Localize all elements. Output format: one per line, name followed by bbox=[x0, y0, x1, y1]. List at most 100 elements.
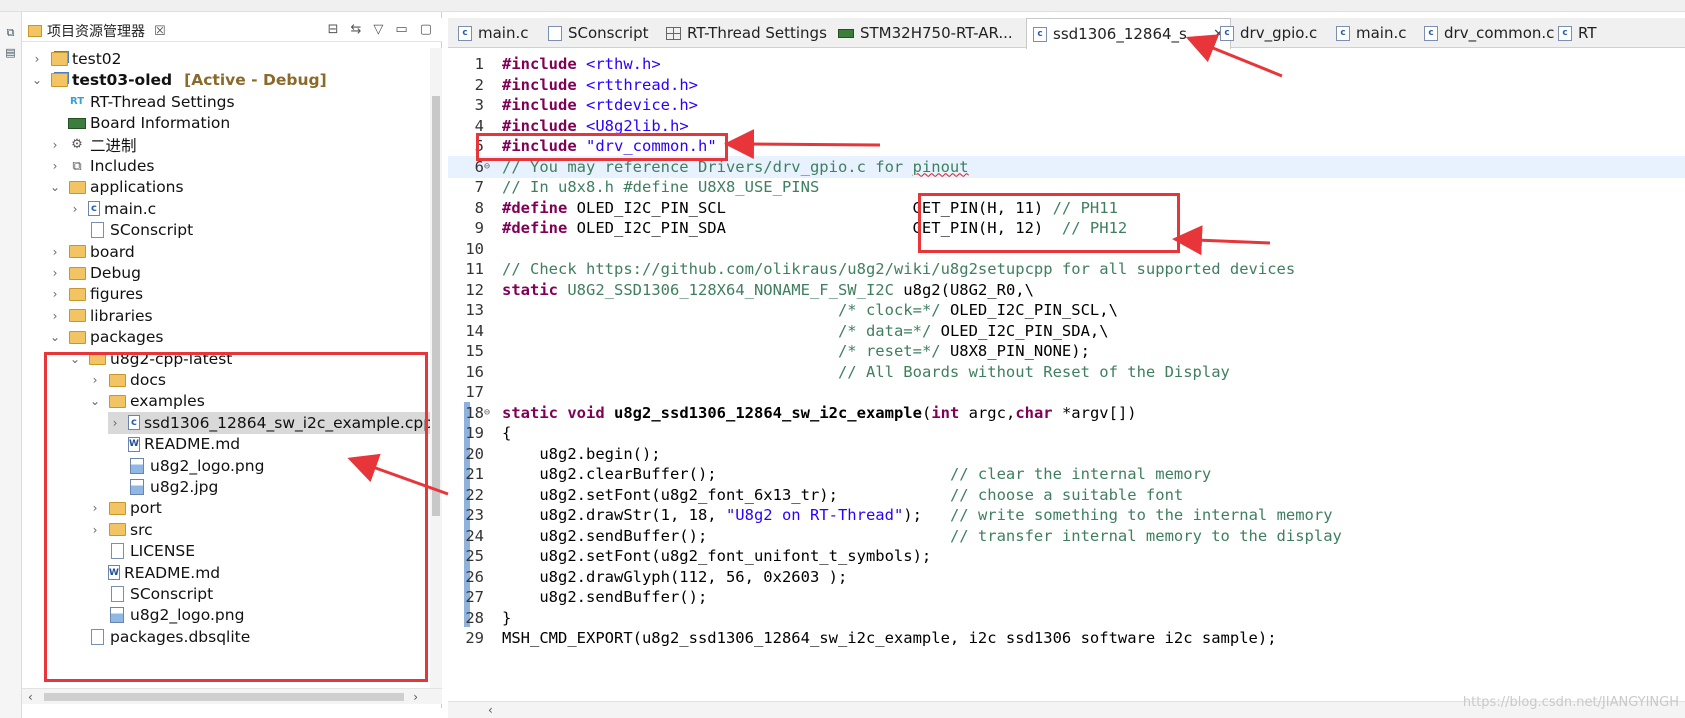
tree-item-label: test03-oled bbox=[72, 71, 173, 90]
code-line[interactable]: 12 static U8G2_SSD1306_128X64_NONAME_F_SW… bbox=[448, 279, 1685, 301]
view-menu-icon[interactable]: ▽ bbox=[373, 22, 383, 37]
tree-vertical-scrollbar[interactable] bbox=[430, 48, 442, 688]
scroll-right-icon[interactable]: › bbox=[413, 689, 418, 705]
project-icon bbox=[50, 51, 68, 67]
code-line[interactable]: 2 #include <rtthread.h> bbox=[448, 74, 1685, 96]
line-number: 17 bbox=[465, 383, 484, 401]
close-icon[interactable]: ☒ bbox=[154, 24, 166, 39]
code-line[interactable]: 25 u8g2.setFont(u8g2_font_unifont_t_symb… bbox=[448, 545, 1685, 567]
code-line[interactable]: 15 /* reset=*/ U8X8_PIN_NONE); bbox=[448, 340, 1685, 362]
tree-item[interactable]: › test02 bbox=[30, 48, 122, 70]
editor-tab-label: RT bbox=[1578, 24, 1597, 42]
code-line[interactable]: 17 bbox=[448, 381, 1685, 403]
tree-item[interactable]: › board bbox=[48, 241, 135, 263]
code-line[interactable]: 27 u8g2.sendBuffer(); bbox=[448, 586, 1685, 608]
editor-tab[interactable]: c main.c bbox=[1330, 18, 1413, 48]
fold-toggle-icon[interactable]: ⊖ bbox=[484, 161, 496, 172]
folder-icon bbox=[68, 286, 86, 302]
chevron-right-icon[interactable]: › bbox=[48, 309, 62, 323]
tree-item[interactable]: ⌄ packages bbox=[48, 326, 164, 348]
link-editor-icon[interactable]: ⇆ bbox=[351, 22, 362, 37]
chevron-right-icon[interactable]: › bbox=[48, 159, 62, 173]
chevron-right-icon[interactable]: › bbox=[48, 138, 62, 152]
code-line[interactable]: 20 u8g2.begin(); bbox=[448, 443, 1685, 465]
code-line[interactable]: 22 u8g2.setFont(u8g2_font_6x13_tr); // c… bbox=[448, 484, 1685, 506]
code-line[interactable]: 29 MSH_CMD_EXPORT(u8g2_ssd1306_12864_sw_i… bbox=[448, 627, 1685, 649]
chevron-right-icon[interactable]: › bbox=[30, 52, 44, 66]
editor-tab-label: drv_common.c bbox=[1444, 24, 1555, 42]
line-number: 14 bbox=[465, 321, 484, 340]
collapse-all-icon[interactable]: ⊟ bbox=[328, 22, 339, 37]
line-number: 16 bbox=[465, 362, 484, 381]
editor-tab[interactable]: STM32H750-RT-AR... bbox=[832, 18, 1019, 48]
code-line[interactable]: 13 /* clock=*/ OLED_I2C_PIN_SCL,\ bbox=[448, 299, 1685, 321]
settings-grid-icon bbox=[666, 26, 681, 40]
scroll-left-icon[interactable]: ‹ bbox=[488, 702, 493, 718]
chevron-down-icon[interactable]: ⌄ bbox=[48, 330, 62, 344]
code-line[interactable]: 1 #include <rthw.h> bbox=[448, 53, 1685, 75]
explorer-tab[interactable]: 项目资源管理器 ☒ bbox=[28, 20, 166, 42]
code-line[interactable]: 23 u8g2.drawStr(1, 18, "U8g2 on RT-Threa… bbox=[448, 504, 1685, 526]
tree-item[interactable]: › ⧉ Includes bbox=[48, 155, 155, 177]
chevron-right-icon[interactable]: › bbox=[48, 245, 62, 259]
code-line[interactable]: 11 // Check https://github.com/olikraus/u… bbox=[448, 258, 1685, 280]
code-text: u8g2.clearBuffer(); // clear the interna… bbox=[502, 465, 1212, 483]
tree-item[interactable]: SConscript bbox=[68, 219, 193, 241]
editor-tab[interactable]: c ssd1306_12864_s... ✕ bbox=[1026, 18, 1232, 49]
line-number: 15 bbox=[465, 342, 484, 360]
chevron-down-icon[interactable]: ⌄ bbox=[48, 180, 62, 194]
folder-icon bbox=[68, 179, 86, 195]
editor-tab[interactable]: c RT bbox=[1552, 18, 1603, 48]
code-text: /* clock=*/ OLED_I2C_PIN_SCL,\ bbox=[837, 301, 1118, 319]
tree-item[interactable]: › Debug bbox=[48, 262, 141, 284]
code-line[interactable]: 28} bbox=[448, 607, 1685, 629]
chevron-right-icon[interactable]: › bbox=[68, 202, 82, 216]
c-file-icon: c bbox=[458, 25, 472, 41]
tree-item-label: Includes bbox=[90, 157, 155, 175]
board-icon bbox=[68, 115, 86, 131]
tree-item-label: applications bbox=[90, 178, 184, 197]
tree-item-label: libraries bbox=[90, 306, 153, 325]
code-line[interactable]: 21 u8g2.clearBuffer(); // clear the inte… bbox=[448, 463, 1685, 485]
editor-tab-label: RT-Thread Settings bbox=[687, 24, 827, 42]
tree-item[interactable]: › libraries bbox=[48, 305, 153, 327]
code-line[interactable]: 16 // All Boards without Reset of the Di… bbox=[448, 361, 1685, 383]
tree-horizontal-scrollbar[interactable]: ‹ › bbox=[22, 688, 442, 704]
code-line[interactable]: 14 /* data=*/ OLED_I2C_PIN_SDA,\ bbox=[448, 320, 1685, 342]
tree-item[interactable]: › figures bbox=[48, 283, 143, 305]
code-text: // All Boards without Reset of the Displ… bbox=[837, 362, 1230, 381]
chevron-down-icon[interactable]: ⌄ bbox=[30, 73, 44, 87]
tree-item[interactable]: › ⚙ 二进制 bbox=[48, 134, 137, 156]
editor-tab[interactable]: c drv_common.c bbox=[1418, 18, 1560, 48]
code-line[interactable]: 24 u8g2.sendBuffer(); // transfer intern… bbox=[448, 525, 1685, 547]
tree-item[interactable]: › c main.c bbox=[68, 198, 157, 220]
code-line[interactable]: 3 #include <rtdevice.h> bbox=[448, 94, 1685, 116]
minimize-icon[interactable]: ▭ bbox=[395, 22, 407, 37]
top-toolbar-strip bbox=[0, 0, 1685, 12]
line-number: 22 bbox=[465, 485, 484, 504]
scroll-left-icon[interactable]: ‹ bbox=[28, 689, 33, 705]
restore-icon[interactable]: ⧉ bbox=[4, 26, 17, 39]
tree-item[interactable]: RT RT-Thread Settings bbox=[48, 91, 235, 113]
editor-tab[interactable]: c drv_gpio.c bbox=[1214, 18, 1323, 48]
maximize-icon[interactable]: ▢ bbox=[420, 22, 432, 37]
code-line[interactable]: 19 { bbox=[448, 422, 1685, 444]
line-number: 27 bbox=[465, 588, 484, 606]
editor-tab[interactable]: c main.c bbox=[452, 18, 535, 48]
tree-item-label: SConscript bbox=[110, 221, 194, 240]
code-line[interactable]: 18 ⊖ static void u8g2_ssd1306_12864_sw_i2c… bbox=[448, 402, 1685, 424]
editor-tab[interactable]: SConscript bbox=[542, 18, 654, 48]
code-text: #include <rthw.h> bbox=[502, 55, 661, 73]
tree-item[interactable]: ⌄ applications bbox=[48, 176, 184, 198]
line-number: 4 bbox=[474, 116, 484, 135]
tree-item[interactable]: Board Information bbox=[48, 112, 230, 134]
view-icon[interactable]: ▤ bbox=[4, 46, 17, 59]
fold-toggle-icon[interactable]: ⊖ bbox=[484, 407, 496, 418]
tree-item[interactable]: ⌄ test03-oled [Active - Debug] bbox=[30, 69, 327, 91]
tree-item-label: Debug bbox=[90, 264, 141, 282]
code-line[interactable]: 26 u8g2.drawGlyph(112, 56, 0x2603 ); bbox=[448, 566, 1685, 588]
chevron-right-icon[interactable]: › bbox=[48, 266, 62, 280]
chevron-right-icon[interactable]: › bbox=[48, 287, 62, 301]
watermark: https://blog.csdn.net/JIANGYINGH bbox=[1462, 695, 1679, 710]
editor-tab[interactable]: RT-Thread Settings bbox=[660, 18, 833, 48]
